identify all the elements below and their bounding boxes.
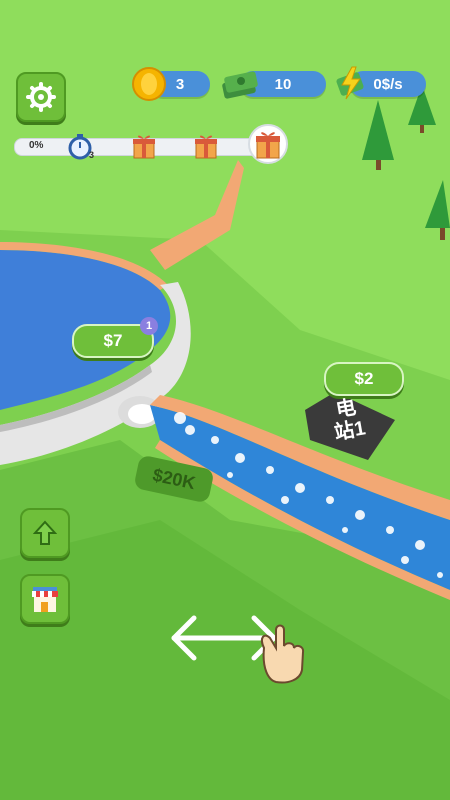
progress-percent: 0% bbox=[29, 140, 44, 151]
gear-icon bbox=[26, 82, 56, 112]
money-stack-icon bbox=[222, 71, 258, 99]
gold-coin-icon bbox=[132, 67, 166, 101]
upgrade-button[interactable] bbox=[20, 508, 70, 558]
dam-level-badge: 1 bbox=[140, 317, 158, 335]
lightning-money-icon bbox=[336, 66, 364, 100]
up-arrow-icon bbox=[33, 520, 57, 545]
station-price-label: $2 bbox=[354, 369, 374, 388]
dam-badge-value: 1 bbox=[145, 320, 153, 332]
land-price-label: $20K bbox=[150, 464, 198, 493]
gift-box-icon[interactable] bbox=[130, 132, 158, 160]
income-value: 0$/s bbox=[373, 75, 403, 93]
timer-badge: 3 bbox=[89, 150, 95, 160]
coin-count: 3 bbox=[175, 75, 185, 93]
double-arrow-icon bbox=[171, 615, 277, 661]
settings-button[interactable] bbox=[16, 72, 66, 122]
shop-icon bbox=[32, 587, 58, 612]
gift-box-icon[interactable] bbox=[192, 132, 220, 160]
swipe-hint bbox=[171, 615, 305, 684]
dam-price-label: $7 bbox=[103, 331, 123, 350]
station-purchase-price[interactable]: $2 bbox=[324, 362, 404, 396]
big-gift-box-icon[interactable] bbox=[248, 124, 288, 164]
cash-count: 10 bbox=[274, 75, 292, 93]
shop-button[interactable] bbox=[20, 574, 70, 624]
